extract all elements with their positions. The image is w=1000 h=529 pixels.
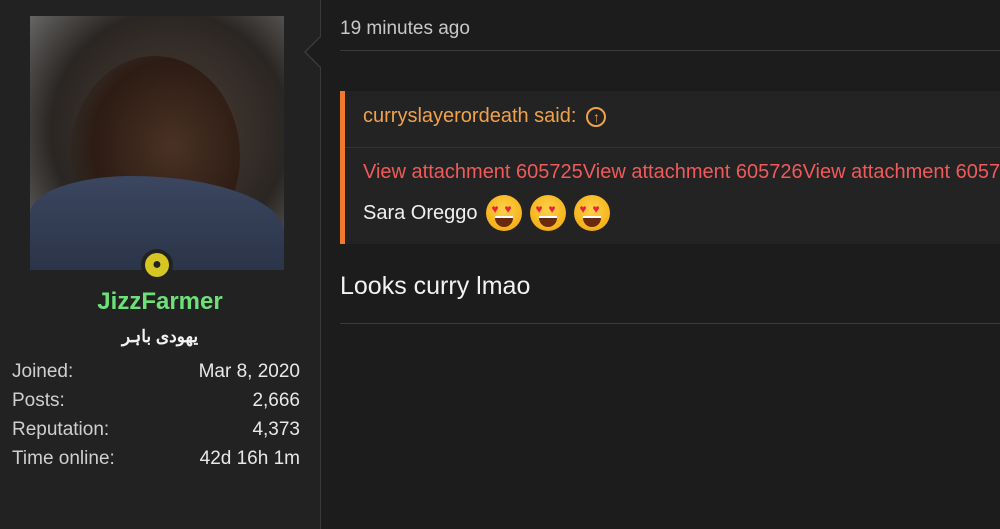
online-status-badge: ● [141,249,173,281]
heart-eyes-emoji-icon: ♥ ♥ [529,195,566,231]
user-title: يهودی باہر [121,327,199,346]
heart-eyes-emoji-icon: ♥ ♥ [485,195,522,231]
quote-header: curryslayerordeath said: ↑ [363,105,607,128]
quote-author[interactable]: curryslayerordeath said: [363,105,576,128]
stat-time-online: Time online: 42d 16h 1m [12,444,300,473]
divider [340,323,1000,324]
stat-label: Time online: [12,448,115,469]
post-body: Looks curry lmao [340,272,531,300]
stat-value: 4,373 [252,419,300,440]
stat-joined: Joined: Mar 8, 2020 [12,357,300,386]
stat-value: 42d 16h 1m [199,448,300,469]
quote-text: Sara Oreggo [363,201,478,224]
divider [345,147,1000,148]
quote-block: curryslayerordeath said: ↑ View attachme… [340,91,1000,244]
stat-label: Joined: [12,361,74,382]
stat-label: Posts: [12,390,65,411]
stat-reputation: Reputation: 4,373 [12,415,300,444]
stat-value: Mar 8, 2020 [198,361,300,382]
attachment-links[interactable]: View attachment 605725View attachment 60… [363,161,1000,184]
stat-value[interactable]: 2,666 [252,386,300,415]
stat-posts: Posts: 2,666 [12,386,300,415]
stat-label: Reputation: [12,419,110,440]
post-timestamp[interactable]: 19 minutes ago [340,18,470,40]
user-panel: ● JizzFarmer يهودی باہر Joined: Mar 8, 2… [0,0,321,529]
heart-eyes-emoji-icon: ♥ ♥ [573,195,610,231]
avatar[interactable] [30,16,284,270]
person-icon: ● [145,253,169,277]
quote-text-row: Sara Oreggo ♥ ♥ ♥ ♥ ♥ ♥ [363,195,610,231]
post-pointer-arrow-inner [306,37,321,67]
user-stats: Joined: Mar 8, 2020 Posts: 2,666 Reputat… [12,357,300,473]
arrow-up-circle-icon[interactable]: ↑ [586,106,607,127]
username[interactable]: JizzFarmer [0,288,320,316]
divider [340,50,1000,51]
